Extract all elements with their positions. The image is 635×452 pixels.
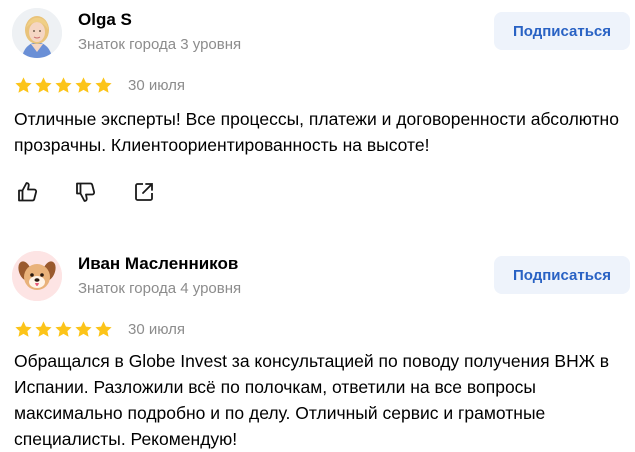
- dislike-icon: [76, 182, 96, 202]
- star-icon: [55, 77, 72, 93]
- review-text: Отличные эксперты! Все процессы, платежи…: [14, 109, 619, 155]
- star-icon: [15, 77, 32, 93]
- star-icon: [15, 321, 32, 337]
- review-card: Иван Масленников Знаток города 4 уровня …: [0, 240, 635, 452]
- review-text: Обращался в Globe Invest за консультацие…: [14, 351, 610, 449]
- like-button[interactable]: [14, 178, 42, 206]
- subscribe-button[interactable]: Подписаться: [494, 256, 630, 294]
- star-icon: [95, 77, 112, 93]
- rating-stars: [14, 320, 113, 339]
- author-level: Знаток города 3 уровня: [78, 36, 242, 53]
- share-icon: [135, 183, 153, 201]
- star-icon: [75, 77, 92, 93]
- author-name[interactable]: Иван Масленников: [78, 254, 238, 274]
- woman-avatar-icon: [12, 8, 62, 58]
- review-date: 30 июля: [128, 77, 186, 94]
- review-actions: [14, 178, 158, 206]
- star-icon: [55, 321, 72, 337]
- star-icon: [75, 321, 92, 337]
- subscribe-button[interactable]: Подписаться: [494, 12, 630, 50]
- star-icon: [35, 321, 52, 337]
- author-level: Знаток города 4 уровня: [78, 280, 242, 297]
- star-icon: [95, 321, 112, 337]
- review-card: Olga S Знаток города 3 уровня Подписатьс…: [0, 0, 635, 240]
- author-name[interactable]: Olga S: [78, 10, 132, 30]
- dislike-button[interactable]: [72, 178, 100, 206]
- review-date: 30 июля: [128, 321, 186, 338]
- avatar[interactable]: [12, 8, 62, 58]
- rating-stars: [14, 76, 113, 95]
- avatar[interactable]: [12, 251, 62, 301]
- like-icon: [18, 182, 38, 202]
- dog-avatar-icon: [12, 251, 62, 301]
- star-icon: [35, 77, 52, 93]
- share-button[interactable]: [130, 178, 158, 206]
